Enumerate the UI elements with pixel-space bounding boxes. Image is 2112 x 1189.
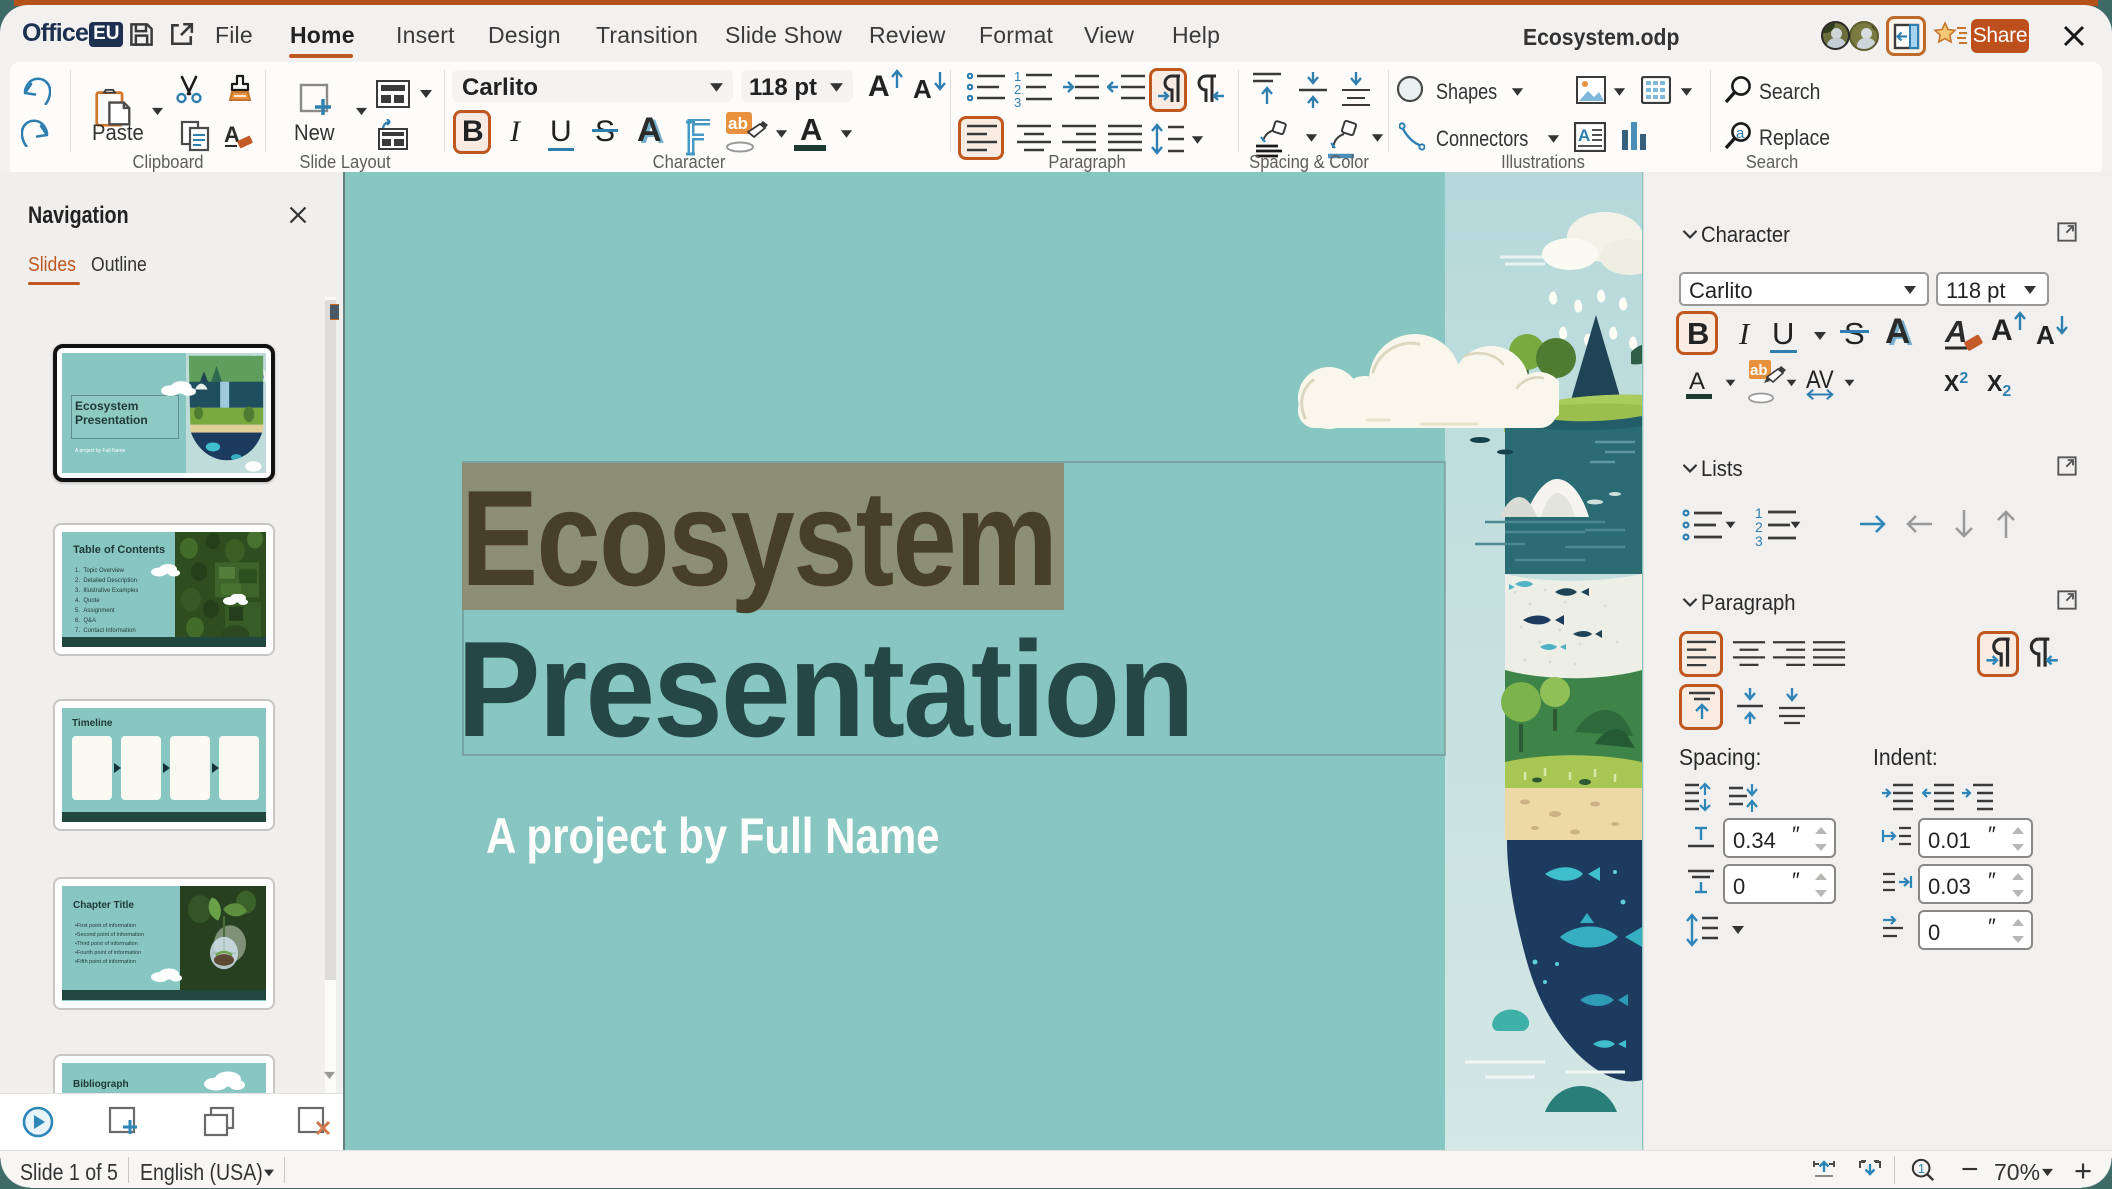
svg-text:a: a [1736, 125, 1745, 142]
svg-text:A: A [1944, 314, 1967, 349]
svg-text:3: 3 [1014, 95, 1021, 108]
svg-text:1: 1 [1918, 1161, 1925, 1176]
svg-text:A: A [1578, 126, 1590, 145]
svg-text:ab: ab [1750, 362, 1768, 379]
svg-text:A: A [224, 124, 240, 147]
svg-text:3: 3 [1755, 533, 1763, 546]
svg-text:ab: ab [728, 114, 748, 133]
